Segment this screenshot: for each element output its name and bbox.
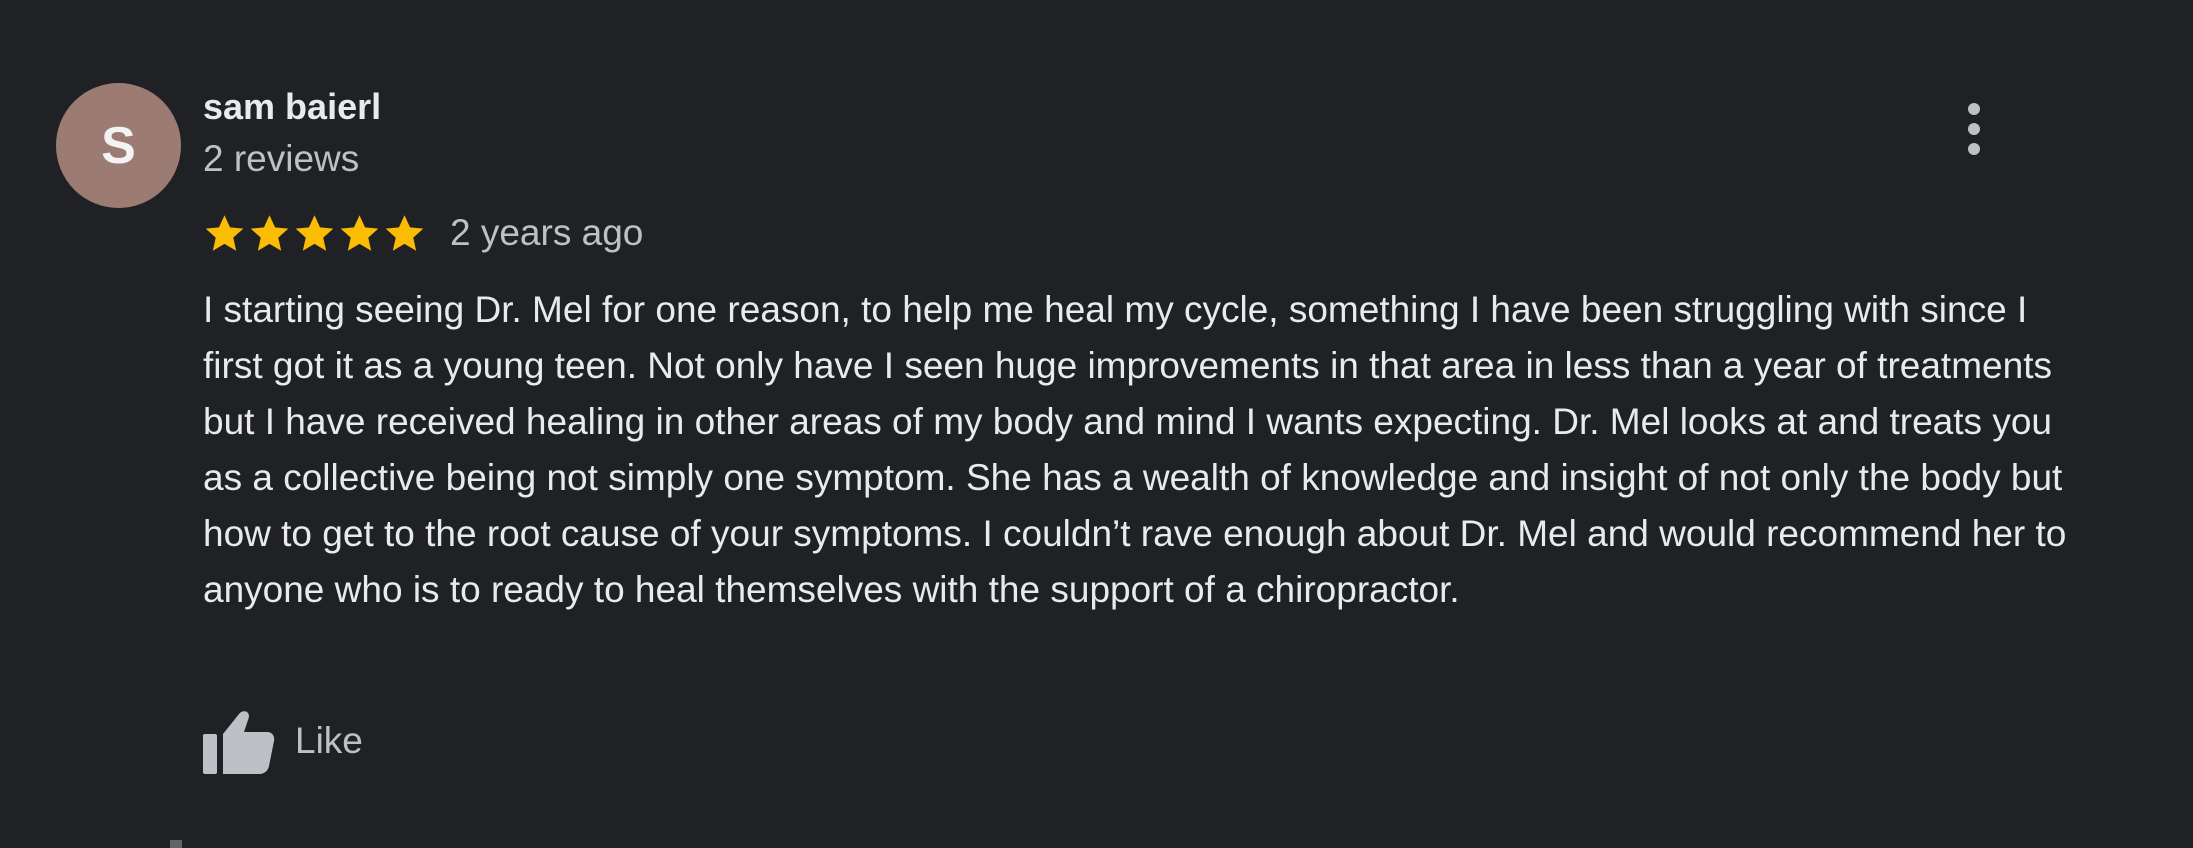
star-icon (250, 214, 289, 251)
avatar-letter: S (101, 116, 136, 175)
review-timestamp: 2 years ago (450, 212, 644, 253)
review-card: S sam baierl 2 reviews 2 years ago I sta… (0, 0, 2193, 848)
star-icon (295, 214, 334, 251)
author-name[interactable]: sam baierl (203, 86, 381, 128)
star-rating (203, 212, 426, 255)
star-icon (385, 214, 424, 251)
divider (170, 840, 182, 848)
thumbs-up-icon (203, 711, 275, 774)
star-icon (340, 214, 379, 251)
rating-row: 2 years ago (203, 208, 643, 258)
review-count: 2 reviews (203, 138, 360, 179)
star-icon (205, 214, 244, 251)
like-button[interactable]: Like (203, 707, 363, 775)
like-label: Like (295, 720, 363, 761)
more-vert-icon (1968, 103, 1980, 155)
avatar[interactable]: S (56, 83, 181, 208)
review-text: I starting seeing Dr. Mel for one reason… (203, 289, 2067, 610)
more-options-button[interactable] (1950, 96, 1998, 162)
